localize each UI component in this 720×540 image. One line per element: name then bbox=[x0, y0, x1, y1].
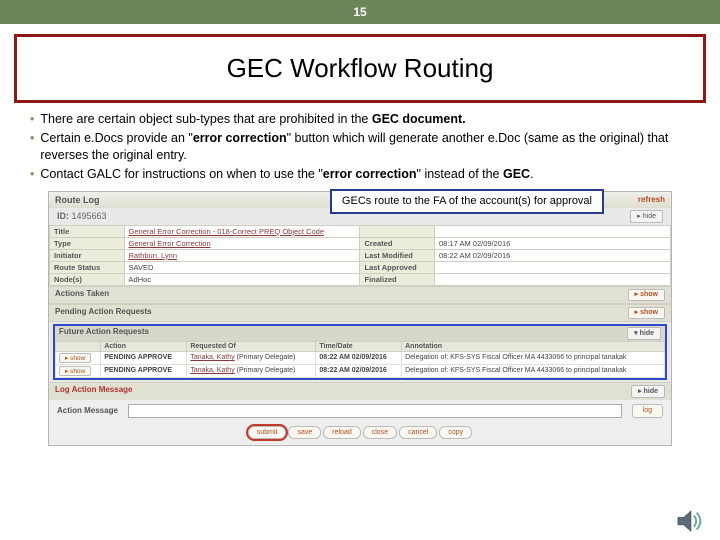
actions-taken-label: Actions Taken bbox=[55, 289, 109, 301]
bottom-buttons: submitsavereloadclosecancelcopy bbox=[49, 422, 671, 445]
cancel-button[interactable]: cancel bbox=[399, 426, 437, 439]
pending-show[interactable]: ▸ show bbox=[628, 307, 665, 319]
future-action-box: Future Action Requests ▾ hide ActionRequ… bbox=[53, 324, 667, 380]
action-message-input[interactable] bbox=[128, 404, 622, 418]
copy-button[interactable]: copy bbox=[439, 426, 472, 439]
routelog-screenshot: GECs route to the FA of the account(s) f… bbox=[48, 191, 672, 446]
slide-number: 15 bbox=[353, 5, 366, 19]
routelog-title: Route Log bbox=[55, 195, 100, 205]
log-action-bar: Log Action Message ▸ hide bbox=[49, 382, 671, 400]
refresh-link[interactable]: refresh bbox=[638, 195, 665, 205]
action-message-label: Action Message bbox=[57, 406, 118, 415]
future-hide[interactable]: ▾ hide bbox=[627, 327, 661, 340]
save-button[interactable]: save bbox=[288, 426, 321, 439]
pending-label: Pending Action Requests bbox=[55, 307, 152, 319]
bullet-list: •There are certain object sub-types that… bbox=[30, 111, 696, 183]
reload-button[interactable]: reload bbox=[323, 426, 360, 439]
actions-taken-show[interactable]: ▸ show bbox=[628, 289, 665, 301]
speaker-icon bbox=[676, 508, 706, 534]
log-button[interactable]: log bbox=[632, 404, 663, 418]
future-header: Future Action Requests ▾ hide bbox=[55, 326, 665, 341]
submit-button[interactable]: submit bbox=[248, 426, 287, 439]
log-action-hide[interactable]: ▸ hide bbox=[631, 385, 665, 398]
future-table: ActionRequested OfTime/DateAnnotation▸ s… bbox=[55, 341, 665, 378]
action-message-row: Action Message log bbox=[49, 400, 671, 422]
log-action-label: Log Action Message bbox=[55, 385, 133, 398]
slide-title: GEC Workflow Routing bbox=[17, 53, 703, 84]
slide-number-bar: 15 bbox=[0, 0, 720, 24]
actions-taken-bar: Actions Taken ▸ show bbox=[49, 286, 671, 304]
hide-button[interactable]: ▸ hide bbox=[630, 210, 663, 223]
id-value: 1495663 bbox=[72, 211, 107, 221]
close-button[interactable]: close bbox=[363, 426, 397, 439]
future-title: Future Action Requests bbox=[59, 327, 149, 340]
pending-bar: Pending Action Requests ▸ show bbox=[49, 304, 671, 322]
callout-box: GECs route to the FA of the account(s) f… bbox=[330, 189, 604, 214]
id-label: ID: bbox=[57, 211, 69, 221]
routelog-panel: Route Log refresh ID: 1495663 ▸ hide Tit… bbox=[48, 191, 672, 446]
detail-table: TitleGeneral Error Correction - 018-Corr… bbox=[49, 225, 671, 286]
title-box: GEC Workflow Routing bbox=[14, 34, 706, 103]
